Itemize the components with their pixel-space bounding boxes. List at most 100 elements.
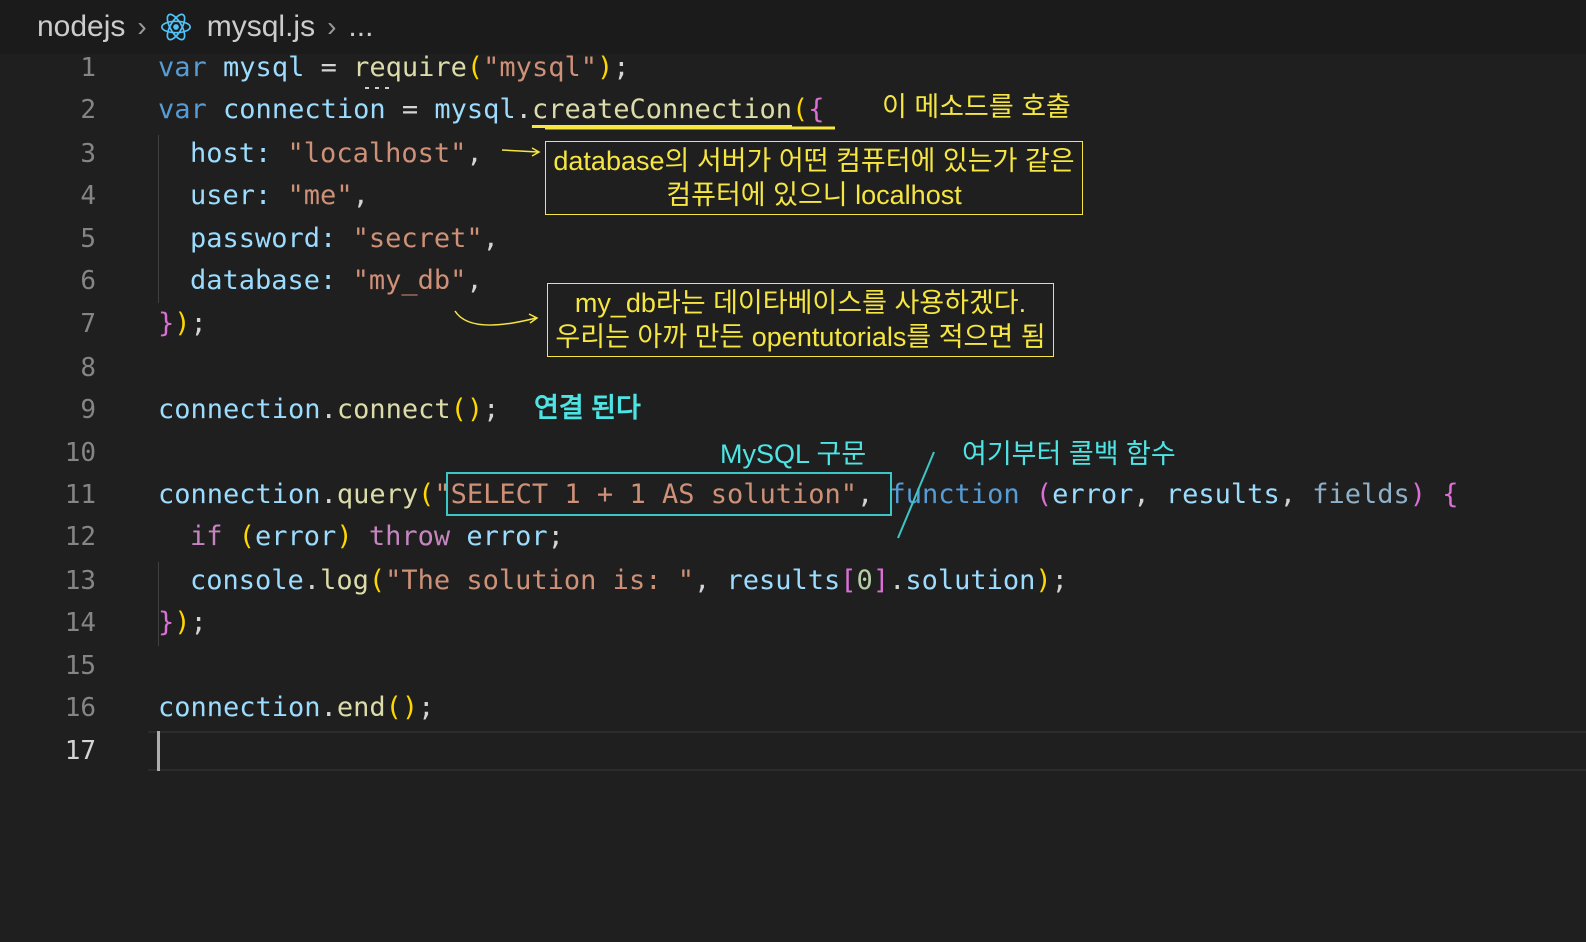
- token-keyword: if: [190, 521, 223, 552]
- token-variable: connection: [223, 94, 386, 125]
- token-bracket: [: [840, 565, 857, 596]
- line-number: 6: [80, 266, 96, 296]
- line-number: 9: [80, 395, 96, 425]
- query-highlight-box: [446, 472, 892, 516]
- token-function: createConnection: [531, 94, 793, 125]
- token-punct: :: [320, 265, 353, 296]
- code-line-2[interactable]: var connection = mysql.createConnection(…: [158, 95, 825, 125]
- line-number: 15: [64, 651, 96, 681]
- token-bracket: ): [596, 52, 614, 83]
- token-operator: =: [385, 94, 435, 125]
- code-line-4[interactable]: user: "me",: [190, 181, 369, 211]
- token-keyword: throw: [368, 521, 451, 552]
- code-line-1[interactable]: var mysql = require("mysql");: [158, 53, 630, 83]
- token-property: solution: [905, 565, 1036, 596]
- token-punct: .: [320, 394, 337, 425]
- token-bracket: ): [401, 692, 419, 723]
- token-punct: :: [255, 180, 288, 211]
- token-punct: ,: [1133, 479, 1166, 510]
- indent-guide: [158, 135, 159, 303]
- token-punct: .: [320, 479, 337, 510]
- token-variable: connection: [158, 394, 321, 425]
- token-punct: ,: [1279, 479, 1313, 510]
- token-variable: console: [190, 565, 304, 596]
- token-variable: error: [450, 521, 548, 552]
- token-string: "my_db": [352, 265, 467, 296]
- token-bracket: (: [1035, 479, 1053, 510]
- code-line-3[interactable]: host: "localhost",: [190, 139, 483, 169]
- token-function: require: [353, 52, 467, 83]
- token-bracket: ): [174, 308, 191, 339]
- token-bracket: ): [336, 521, 369, 552]
- token-bracket: (: [418, 479, 435, 510]
- code-line-9[interactable]: connection.connect();: [158, 395, 499, 425]
- annotation-host-line1: database의 서버가 어떤 컴퓨터에 있는가 같은: [553, 146, 1075, 176]
- token-bracket: (: [450, 394, 467, 425]
- token-punct: :: [255, 138, 288, 169]
- token-function: query: [336, 479, 419, 510]
- code-line-13[interactable]: console.log("The solution is: ", results…: [190, 566, 1068, 596]
- token-brace: {: [808, 94, 825, 125]
- token-punct: :: [320, 223, 353, 254]
- code-line-16[interactable]: connection.end();: [158, 693, 434, 723]
- token-keyword: var: [158, 94, 207, 125]
- current-line-highlight: [148, 731, 1586, 771]
- token-brace: }: [158, 607, 175, 638]
- token-punct: .: [515, 94, 532, 125]
- token-variable: connection: [158, 479, 321, 510]
- code-line-14[interactable]: });: [158, 608, 207, 638]
- code-line-6[interactable]: database: "my_db",: [190, 266, 483, 296]
- annotation-mysql-syntax: MySQL 구문: [720, 439, 867, 469]
- token-punct: ,: [693, 565, 727, 596]
- token-param: fields: [1312, 479, 1410, 510]
- token-function: log: [320, 565, 369, 596]
- token-variable: connection: [158, 692, 321, 723]
- line-number: 5: [80, 224, 96, 254]
- annotation-db-line1: my_db라는 데이타베이스를 사용하겠다.: [574, 288, 1027, 318]
- breadcrumb-file[interactable]: mysql.js: [207, 10, 315, 44]
- token-punct: ,: [352, 180, 369, 211]
- token-punct: ;: [1051, 565, 1068, 596]
- token-param: results: [1165, 479, 1280, 510]
- token-property: password: [190, 223, 321, 254]
- breadcrumb-folder[interactable]: nodejs: [37, 10, 125, 44]
- token-punct: ;: [418, 692, 435, 723]
- token-bracket: (: [792, 94, 809, 125]
- token-bracket: ): [1409, 479, 1427, 510]
- token-brace: }: [158, 308, 175, 339]
- annotation-host-box: database의 서버가 어떤 컴퓨터에 있는가 같은 컴퓨터에 있으니 lo…: [545, 141, 1083, 215]
- token-punct: ;: [190, 308, 207, 339]
- code-line-7[interactable]: });: [158, 309, 207, 339]
- line-number: 4: [80, 181, 96, 211]
- token-punct: ,: [466, 138, 483, 169]
- code-line-12[interactable]: if (error) throw error;: [190, 522, 564, 552]
- token-punct: ;: [190, 607, 207, 638]
- token-punct: .: [303, 565, 321, 596]
- annotation-call-method: 이 메소드를 호출: [882, 92, 1071, 122]
- annotation-db-line2: 우리는 아까 만든 opentutorials를 적으면 됨: [555, 322, 1046, 352]
- token-string: "me": [287, 180, 353, 211]
- token-keyword: var: [158, 52, 207, 83]
- token-punct: ;: [613, 52, 630, 83]
- line-number: 12: [64, 522, 96, 552]
- token-bracket: ): [1035, 565, 1052, 596]
- token-punct: ;: [547, 521, 564, 552]
- token-punct: ,: [482, 223, 499, 254]
- token-variable: results: [726, 565, 841, 596]
- line-number: 16: [64, 693, 96, 723]
- token-function: connect: [336, 394, 451, 425]
- token-variable: mysql: [223, 52, 305, 83]
- token-function: end: [336, 692, 386, 723]
- code-line-5[interactable]: password: "secret",: [190, 224, 499, 254]
- token-variable: error: [255, 521, 337, 552]
- token-property: host: [190, 138, 256, 169]
- token-bracket: ): [174, 607, 191, 638]
- token-brace: {: [1426, 479, 1459, 510]
- token-punct: .: [889, 565, 906, 596]
- line-number: 3: [80, 139, 96, 169]
- breadcrumb-more[interactable]: ...: [348, 10, 373, 44]
- line-number: 7: [80, 309, 96, 339]
- token-punct: ;: [483, 394, 500, 425]
- token-keyword: function: [889, 479, 1020, 510]
- line-number: 13: [64, 566, 96, 596]
